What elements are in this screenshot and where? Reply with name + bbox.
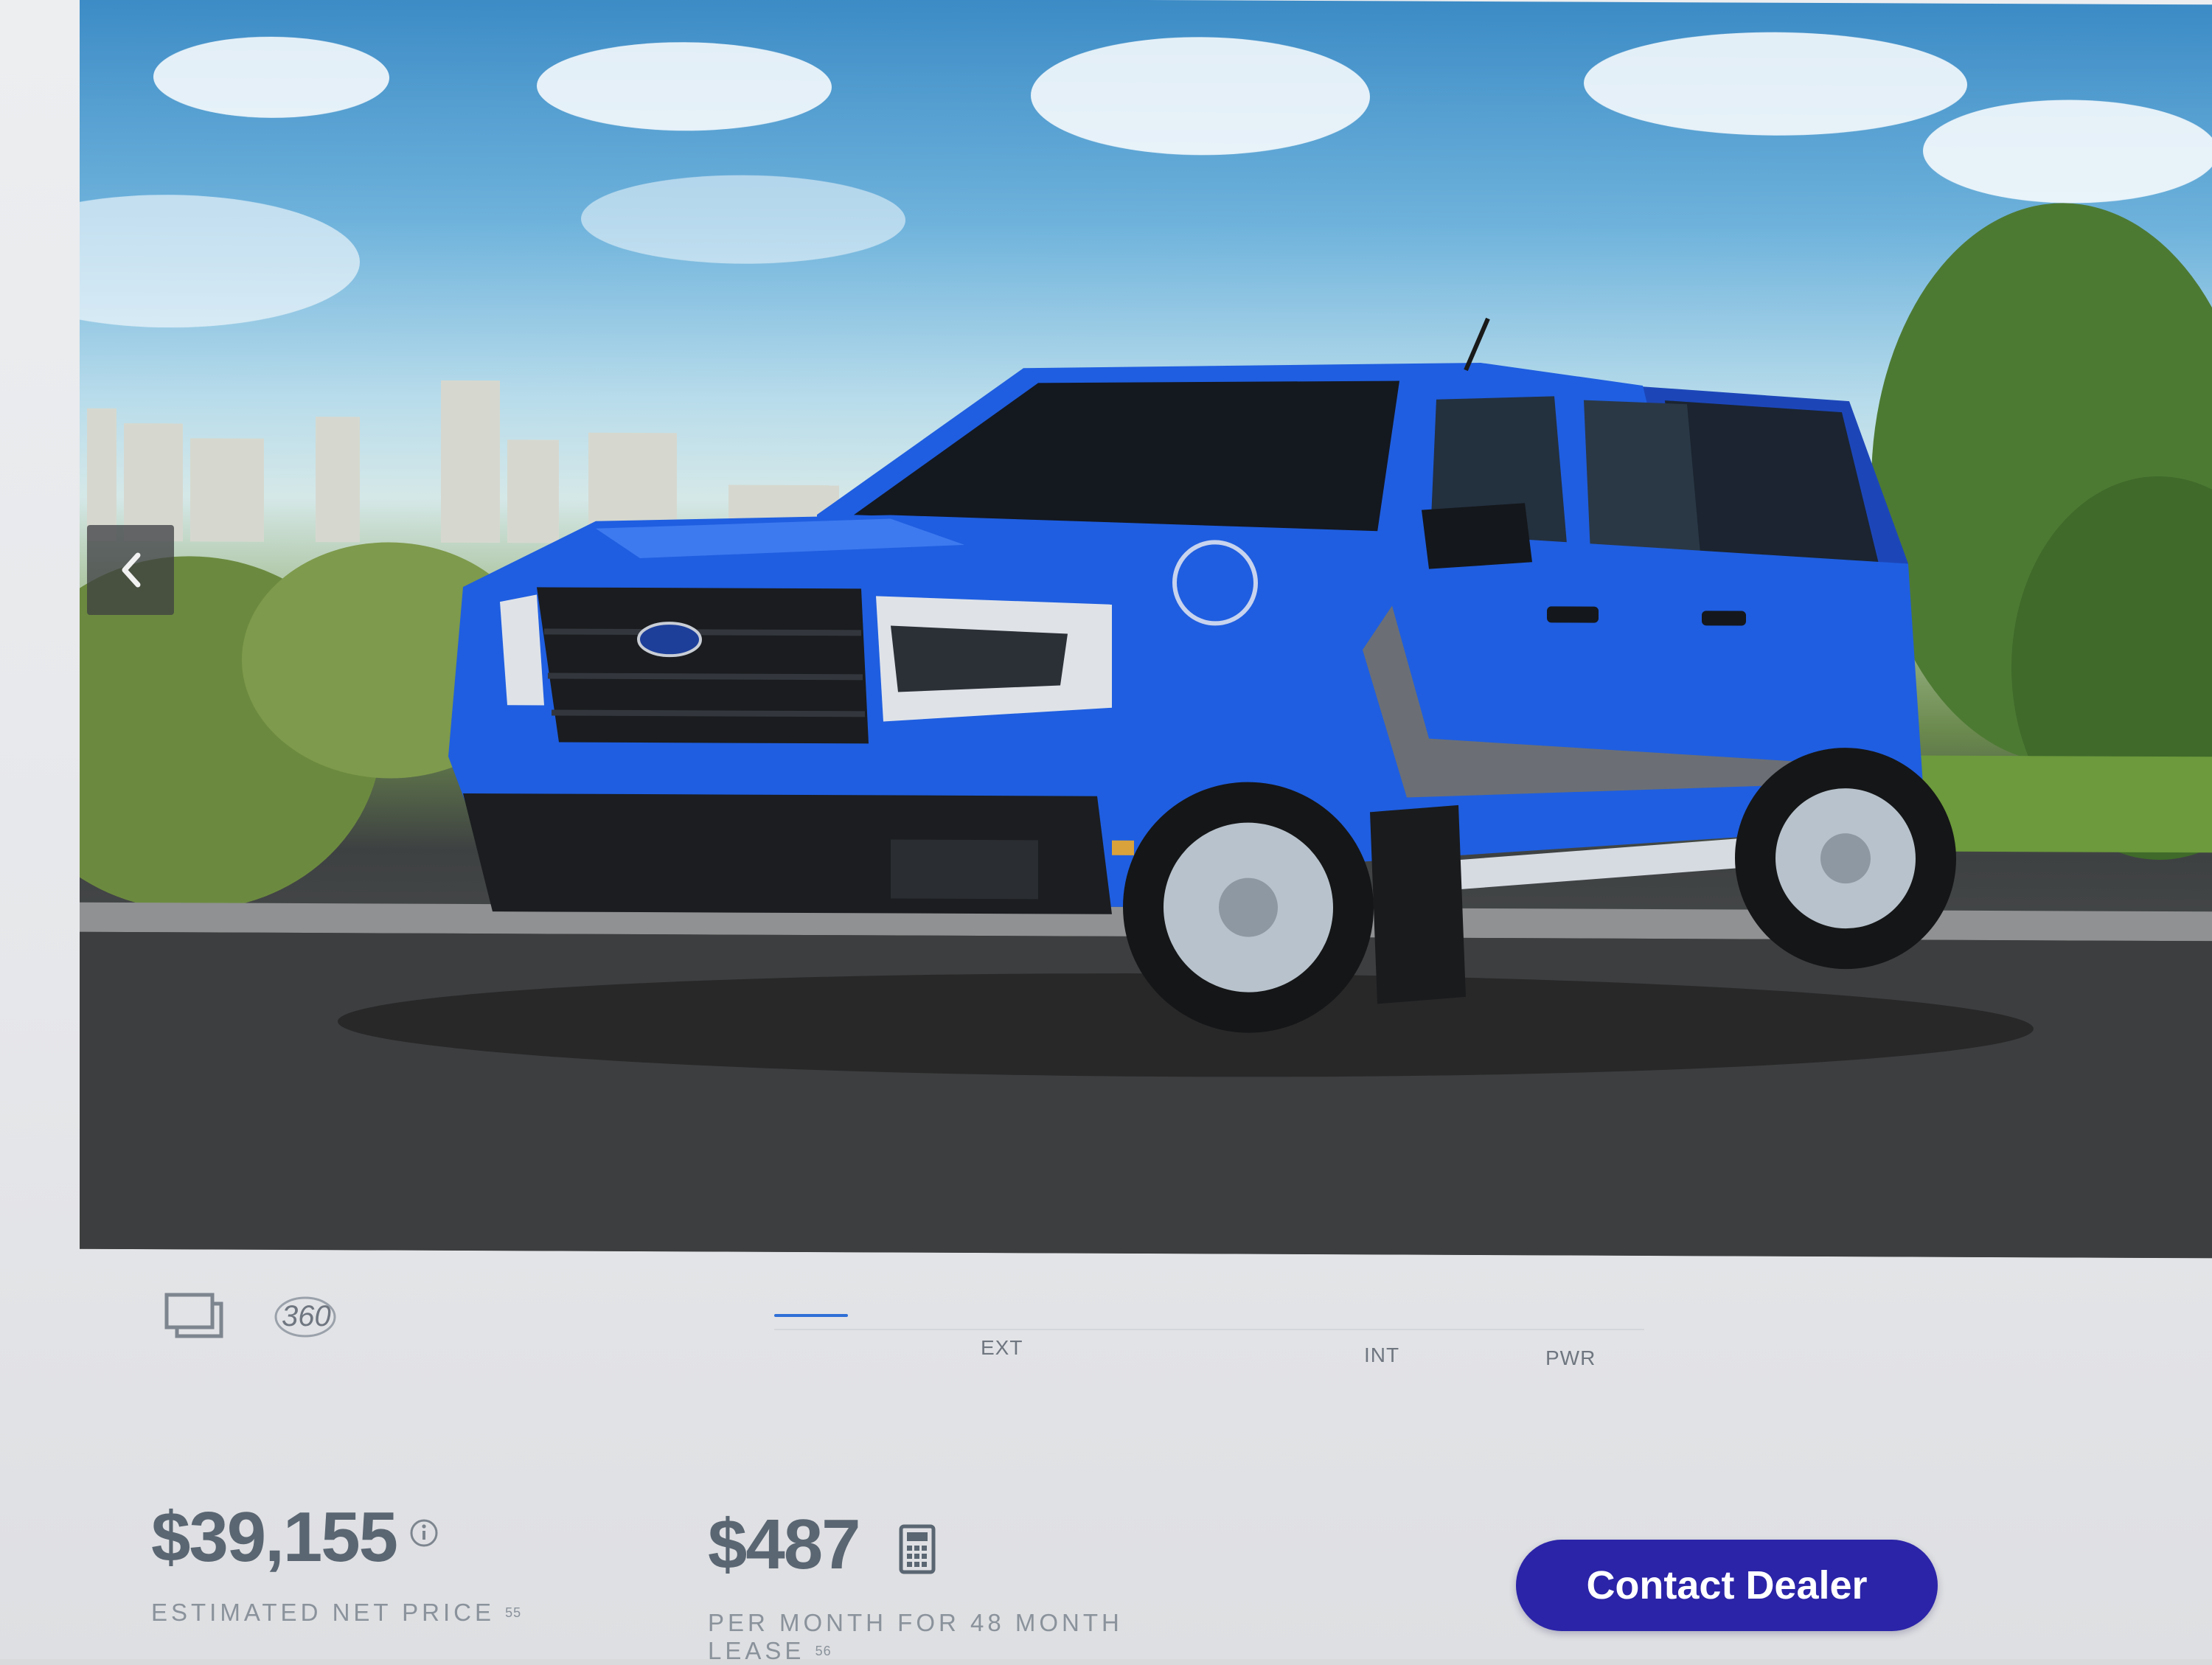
- contact-dealer-button[interactable]: Contact Dealer: [1516, 1540, 1938, 1631]
- rotate-360-icon: 360: [274, 1296, 336, 1338]
- tab-label: EXT: [981, 1336, 1023, 1359]
- footnote-56[interactable]: 56: [815, 1644, 832, 1658]
- monthly-price-label: PER MONTH FOR 48 MONTH LEASE 56: [708, 1609, 1165, 1665]
- vehicle-image: [80, 0, 2212, 1259]
- chevron-left-icon: [122, 552, 141, 588]
- tab-exterior[interactable]: EXT: [981, 1336, 1023, 1360]
- net-price: $39,155: [151, 1498, 398, 1577]
- tab-track: [774, 1329, 1644, 1330]
- net-price-label-text: ESTIMATED NET PRICE: [151, 1599, 495, 1626]
- monthly-price: $487: [708, 1505, 861, 1584]
- gallery-frames-icon: [164, 1293, 223, 1338]
- gallery-prev-button[interactable]: [87, 525, 174, 615]
- page: 360 EXT INT PWR $39,155 ESTIMATED NET PR…: [0, 0, 2212, 1664]
- tab-powertrain[interactable]: PWR: [1545, 1346, 1596, 1370]
- payment-calculator-button[interactable]: [898, 1523, 936, 1575]
- info-icon: [410, 1519, 438, 1547]
- tab-interior[interactable]: INT: [1364, 1344, 1399, 1367]
- clouds: [80, 32, 2212, 328]
- vehicle-scene: [80, 32, 2212, 1259]
- monthly-price-label-text: PER MONTH FOR 48 MONTH LEASE: [708, 1609, 1123, 1664]
- calculator-icon: [899, 1524, 936, 1574]
- ford-logo: [637, 622, 702, 658]
- view-360-label: 360: [282, 1300, 331, 1332]
- net-price-info-button[interactable]: [408, 1518, 439, 1548]
- tab-label: PWR: [1545, 1346, 1596, 1369]
- trees-right: [1871, 203, 2212, 860]
- front-wheel: [1123, 782, 1374, 1033]
- footnote-55[interactable]: 55: [505, 1605, 521, 1620]
- net-price-label: ESTIMATED NET PRICE 55: [151, 1599, 521, 1627]
- tab-active-indicator: [774, 1314, 848, 1317]
- gallery-view-button[interactable]: [161, 1287, 227, 1344]
- view-360-button[interactable]: 360: [271, 1286, 342, 1345]
- tab-label: INT: [1364, 1344, 1400, 1366]
- rear-wheel: [1735, 748, 1956, 970]
